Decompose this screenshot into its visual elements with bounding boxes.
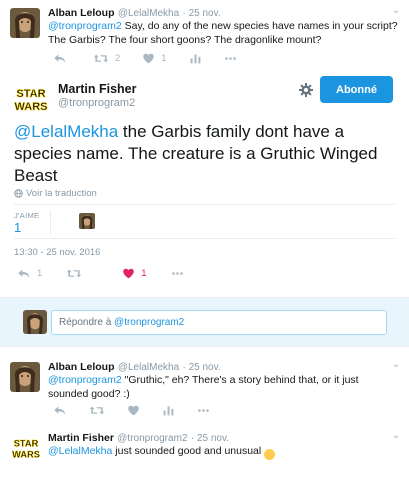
main-more-button[interactable] [171, 267, 184, 280]
tweet3-more-button[interactable] [197, 404, 210, 417]
main-author-handle[interactable]: @tronprogram2 [58, 97, 135, 109]
main-retweet-button[interactable] [66, 267, 88, 280]
tweet1-time[interactable]: · 25 nov. [182, 8, 220, 19]
reply-button[interactable] [53, 52, 73, 65]
main-reply-button[interactable]: 1 [17, 267, 42, 280]
tweet1-text: @tronprogram2 Say, do any of the new spe… [48, 19, 398, 47]
chevron-down-icon[interactable]: ⌄ [392, 430, 400, 441]
tweet3-author-name[interactable]: Alban Leloup [48, 361, 115, 373]
like-button[interactable]: 1 [142, 52, 167, 65]
avatar-alban-2[interactable] [10, 362, 40, 392]
follow-button-label: Abonné [336, 83, 377, 96]
tweet1-retweet-count: 2 [115, 53, 121, 64]
analytics-icon [189, 52, 202, 65]
main-actions: 1 1 [17, 267, 206, 280]
reply-input-mention: @tronprogram2 [114, 317, 185, 328]
tweet1-header: Alban Leloup @LelalMekha · 25 nov. [48, 5, 221, 19]
svg-text:WARS: WARS [12, 449, 40, 459]
tweet3-analytics-button[interactable] [162, 404, 175, 417]
svg-text:STAR: STAR [16, 88, 45, 100]
tweet1-author-handle[interactable]: @LelalMekha [118, 8, 179, 19]
main-like-count: 1 [141, 268, 147, 279]
reply-icon [53, 404, 67, 417]
own-avatar [23, 310, 47, 334]
gear-icon[interactable] [298, 82, 314, 98]
follow-button[interactable]: Abonné [320, 76, 393, 103]
tweet4-author-name[interactable]: Martin Fisher [48, 432, 114, 444]
tweet3-text: @tronprogram2 "Gruthic," eh? There's a s… [48, 373, 393, 401]
reply-input[interactable]: Répondre à @tronprogram2 [51, 310, 387, 335]
retweet-icon [93, 52, 109, 65]
reply-input-prefix: Répondre à [59, 317, 115, 328]
heart-icon [127, 404, 140, 417]
tweet3-retweet-button[interactable] [89, 404, 105, 417]
tweet3-like-button[interactable] [127, 404, 140, 417]
starwars-logo: STARWARS [12, 80, 50, 118]
retweet-button[interactable]: 2 [93, 52, 120, 65]
heart-icon [142, 52, 155, 65]
starwars-logo-small: STARWARS [10, 432, 42, 464]
tweet1-like-count: 1 [161, 53, 167, 64]
tweet4-body: just sounded good and unusual [112, 445, 265, 457]
likes-count[interactable]: 1 [14, 220, 21, 235]
tweet1-actions: 2 1 [53, 52, 259, 65]
svg-text:STAR: STAR [14, 438, 39, 448]
main-tweet-text: @LelalMekha the Garbis family dont have … [14, 121, 399, 187]
more-dots-icon [224, 52, 237, 65]
tweet1-mention[interactable]: @tronprogram2 [48, 20, 122, 32]
main-timestamp: 13:30 - 25 nov. 2016 [14, 247, 101, 258]
main-mention[interactable]: @LelalMekha [14, 122, 118, 141]
main-reply-count: 1 [37, 268, 43, 279]
main-like-button[interactable]: 1 [122, 267, 147, 280]
retweet-icon [66, 267, 82, 280]
tweet1-author-name[interactable]: Alban Leloup [48, 7, 115, 19]
stats-bottom-divider [14, 238, 395, 239]
tweet3-time[interactable]: · 25 nov. [182, 362, 220, 373]
avatar-starwars-small[interactable]: STAR WARS [10, 432, 42, 464]
translate-link[interactable]: Voir la traduction [14, 188, 97, 199]
tweet3-header: Alban Leloup @LelalMekha · 25 nov. [48, 359, 221, 373]
analytics-icon [162, 404, 175, 417]
globe-icon [14, 189, 23, 198]
analytics-button[interactable] [189, 52, 202, 65]
grinning-emoji-icon: 😀 [264, 449, 276, 460]
main-author-name[interactable]: Martin Fisher [58, 82, 137, 96]
tweet4-text: @LelalMekha just sounded good and unusua… [48, 444, 393, 460]
avatar-alban[interactable] [10, 8, 40, 38]
tweet4-header: Martin Fisher @tronprogram2 · 25 nov. [48, 430, 229, 444]
tweet4-author-handle[interactable]: @tronprogram2 [117, 433, 187, 444]
stats-top-divider [14, 204, 395, 205]
likes-label: J'AIME [14, 211, 40, 220]
tweet3-author-handle[interactable]: @LelalMekha [118, 362, 179, 373]
reply-icon [53, 52, 67, 65]
stats-divider [50, 210, 51, 234]
translate-label: Voir la traduction [26, 188, 97, 199]
tweet3-reply-button[interactable] [53, 404, 67, 417]
tweet4-time[interactable]: · 25 nov. [191, 433, 229, 444]
heart-icon [122, 267, 135, 280]
liker-avatar[interactable] [79, 213, 95, 229]
more-dots-icon [197, 404, 210, 417]
tweet3-mention[interactable]: @tronprogram2 [48, 374, 122, 386]
more-button[interactable] [224, 52, 237, 65]
tweet3-actions [53, 404, 232, 417]
reply-icon [17, 267, 31, 280]
retweet-icon [89, 404, 105, 417]
avatar-starwars-large[interactable]: STAR WARS [12, 80, 50, 118]
tweet4-mention[interactable]: @LelalMekha [48, 445, 112, 457]
svg-text:WARS: WARS [15, 101, 48, 113]
chevron-down-icon[interactable]: ⌄ [392, 5, 400, 16]
more-dots-icon [171, 267, 184, 280]
chevron-down-icon[interactable]: ⌄ [392, 359, 400, 370]
